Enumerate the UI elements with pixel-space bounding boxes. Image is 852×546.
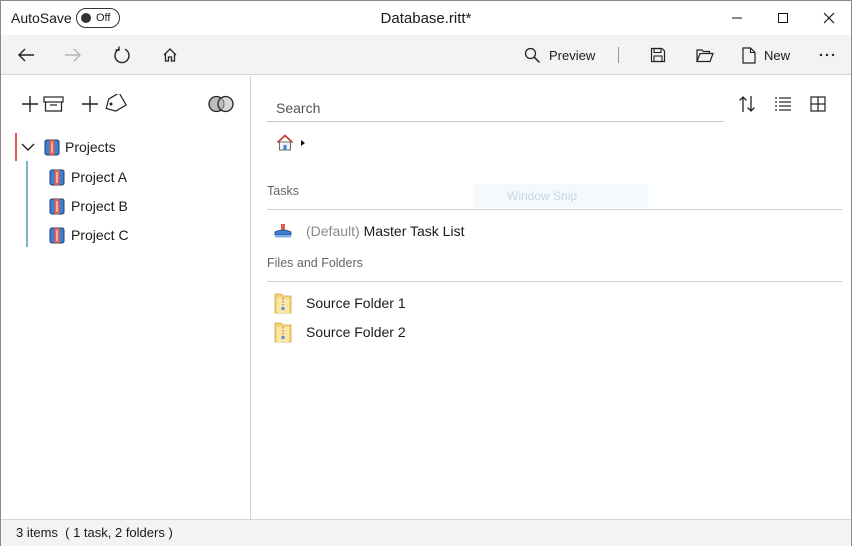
- task-list-row[interactable]: (Default) Master Task List: [274, 217, 464, 245]
- autosave-state: Off: [96, 12, 111, 24]
- more-button[interactable]: [811, 39, 843, 71]
- open-button[interactable]: [689, 39, 721, 71]
- forward-arrow-icon: [65, 48, 81, 62]
- preview-label: Preview: [549, 47, 596, 63]
- project-binder-icon: [44, 139, 60, 155]
- autosave-label: AutoSave: [11, 10, 72, 26]
- overlap-circles-icon: [208, 95, 234, 113]
- add-tag-button[interactable]: [81, 92, 127, 116]
- tree-item-project-c[interactable]: Project C: [49, 221, 129, 249]
- search-icon: [524, 47, 541, 63]
- tree-guide-line: [26, 161, 28, 247]
- selection-indicator: [15, 133, 17, 161]
- minimize-button[interactable]: [714, 1, 760, 35]
- list-view-button[interactable]: [769, 92, 797, 116]
- add-tag-icon: [82, 94, 127, 112]
- toggle-knob: [81, 13, 91, 23]
- refresh-button[interactable]: [106, 39, 138, 71]
- section-divider: [267, 281, 842, 282]
- tree-item-label: Project A: [71, 169, 128, 185]
- close-icon: [823, 12, 835, 24]
- tree-item-projects[interactable]: Projects: [15, 133, 245, 161]
- home-icon: [163, 48, 177, 62]
- new-button[interactable]: New: [742, 39, 790, 71]
- back-arrow-icon: [18, 48, 34, 62]
- project-binder-icon: [49, 227, 65, 243]
- forward-button[interactable]: [57, 39, 89, 71]
- section-divider: [267, 209, 842, 210]
- new-label: New: [764, 47, 791, 63]
- default-tag: (Default): [306, 223, 360, 239]
- folder-label: Source Folder 1: [306, 295, 406, 311]
- zip-folder-icon: [274, 322, 292, 343]
- command-bar: Preview New: [1, 35, 851, 75]
- grid-view-icon: [810, 96, 826, 112]
- status-bar: 3 items ( 1 task, 2 folders ): [1, 519, 851, 546]
- breadcrumb: [276, 134, 306, 151]
- project-binder-icon: [49, 198, 65, 214]
- grid-view-button[interactable]: [804, 92, 832, 116]
- home-button[interactable]: [154, 39, 186, 71]
- window-snip-overlay: Window Snip: [474, 184, 648, 208]
- toolbar-divider: [618, 47, 619, 63]
- sort-icon: [739, 96, 755, 112]
- add-archive-icon: [22, 96, 64, 112]
- tree-item-label: Project C: [71, 227, 129, 243]
- preview-button[interactable]: Preview: [524, 39, 595, 71]
- caret-right-icon[interactable]: [300, 139, 306, 147]
- save-icon: [650, 47, 666, 63]
- add-archive-button[interactable]: [21, 92, 65, 116]
- task-list-label: Master Task List: [363, 223, 465, 239]
- project-binder-icon: [49, 169, 65, 185]
- content-pane: Tasks Window Snip (Default) Master Task …: [252, 76, 851, 519]
- tree-item-project-a[interactable]: Project A: [49, 163, 127, 191]
- tree-item-label: Projects: [65, 139, 116, 155]
- autosave-toggle[interactable]: Off: [76, 8, 120, 28]
- close-button[interactable]: [806, 1, 852, 35]
- tree-item-label: Project B: [71, 198, 128, 214]
- task-list-icon: [274, 224, 292, 238]
- chevron-down-icon[interactable]: [21, 142, 35, 152]
- new-document-icon: [742, 46, 756, 64]
- tree-item-project-b[interactable]: Project B: [49, 192, 128, 220]
- back-button[interactable]: [10, 39, 42, 71]
- more-icon: [819, 53, 835, 57]
- folder-label: Source Folder 2: [306, 324, 406, 340]
- open-folder-icon: [696, 48, 714, 62]
- title-bar: AutoSave Off Database.ritt*: [1, 1, 851, 35]
- folder-row[interactable]: Source Folder 2: [274, 318, 406, 346]
- sort-button[interactable]: [733, 92, 761, 116]
- maximize-icon: [778, 13, 788, 23]
- project-sidebar: Projects Project A Project B Project C: [1, 76, 251, 519]
- save-button[interactable]: [642, 39, 674, 71]
- zip-folder-icon: [274, 293, 292, 314]
- item-count-status: 3 items ( 1 task, 2 folders ): [16, 525, 173, 540]
- maximize-button[interactable]: [760, 1, 806, 35]
- list-view-icon: [775, 97, 791, 111]
- house-icon[interactable]: [276, 134, 294, 151]
- tasks-heading: Tasks: [267, 184, 299, 198]
- app-window: AutoSave Off Database.ritt* Preview New …: [0, 0, 852, 546]
- refresh-icon: [114, 46, 130, 64]
- folder-row[interactable]: Source Folder 1: [274, 289, 406, 317]
- search-input[interactable]: [267, 94, 724, 121]
- search-box: [267, 94, 724, 122]
- merge-button[interactable]: [207, 92, 235, 116]
- minimize-icon: [732, 17, 742, 19]
- files-heading: Files and Folders: [267, 256, 363, 270]
